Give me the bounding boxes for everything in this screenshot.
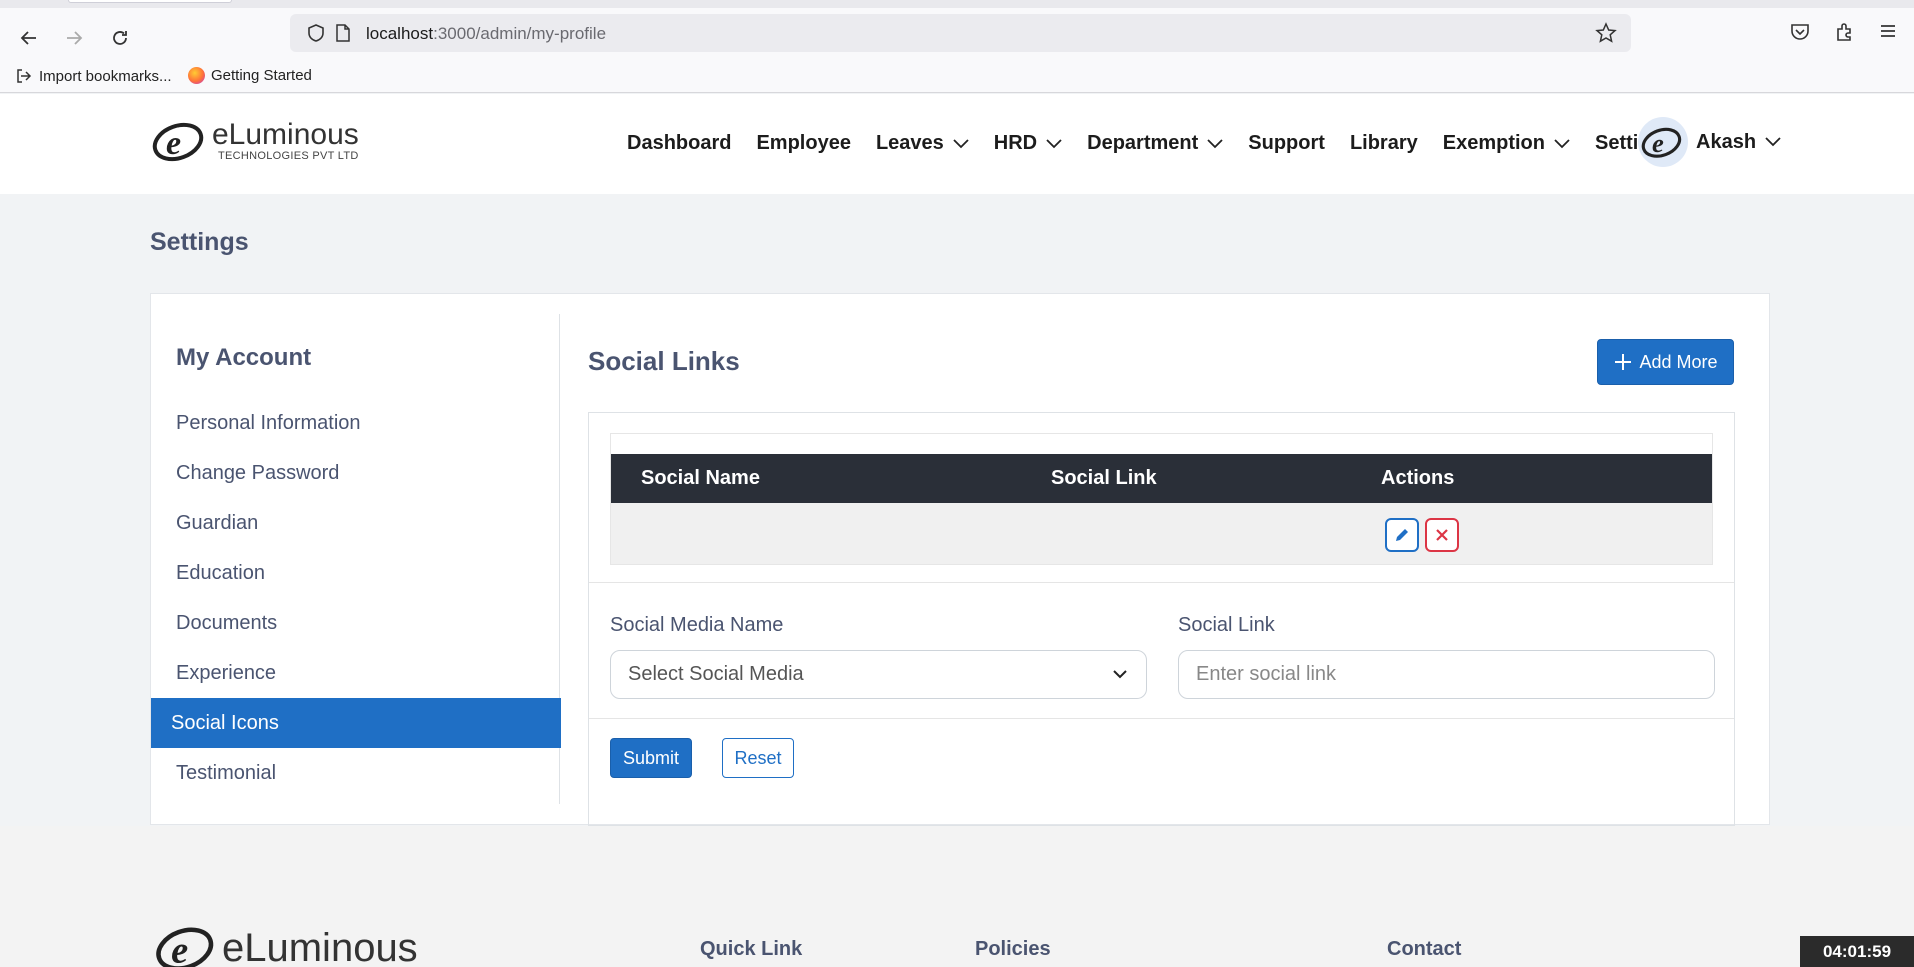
delete-button[interactable] [1425, 518, 1459, 552]
extensions-icon[interactable] [1834, 21, 1856, 48]
sidebar-item-social-icons[interactable]: Social Icons [151, 698, 561, 748]
settings-sidebar: My Account Personal Information Change P… [151, 314, 561, 804]
pencil-icon [1396, 529, 1408, 541]
nav-dashboard[interactable]: Dashboard [627, 132, 731, 155]
chevron-down-icon [1046, 138, 1062, 148]
table-row [611, 503, 1712, 564]
nav-leaves[interactable]: Leaves [876, 132, 969, 155]
plus-icon [1615, 354, 1632, 370]
table-header: Social Name Social Link Actions [611, 454, 1712, 503]
clock-overlay: 04:01:59 [1800, 936, 1914, 967]
back-icon[interactable] [12, 21, 46, 55]
sidebar-item-change-password[interactable]: Change Password [151, 448, 561, 498]
chevron-down-icon [1113, 670, 1127, 679]
footer-contact: Contact [1387, 938, 1462, 960]
bookmarks-bar: Import bookmarks... Getting Started [0, 60, 1914, 93]
social-links-table: Social Name Social Link Actions [610, 433, 1713, 565]
logo-text: eLuminous [212, 118, 359, 151]
svg-text:e: e [166, 125, 181, 162]
nav-employee[interactable]: Employee [756, 132, 850, 155]
footer-quick-link: Quick Link [700, 938, 803, 960]
browser-tabstrip [0, 0, 1914, 8]
footer-logo[interactable]: e eLuminous [152, 922, 418, 967]
chevron-down-icon [1765, 137, 1781, 147]
page-info-icon[interactable] [334, 23, 352, 48]
active-tab[interactable] [68, 0, 232, 3]
bookmark-label: Getting Started [211, 67, 312, 84]
logo-e-icon: e [156, 927, 214, 967]
user-menu[interactable]: e Akash [1638, 117, 1781, 167]
forward-icon[interactable] [57, 21, 91, 55]
column-header: Social Name [641, 467, 760, 489]
svg-text:e: e [1652, 128, 1664, 158]
social-link-input[interactable] [1178, 650, 1715, 699]
social-media-select[interactable]: Select Social Media [610, 650, 1147, 699]
nav-support[interactable]: Support [1248, 132, 1325, 155]
pocket-icon[interactable] [1789, 21, 1811, 48]
nav-library[interactable]: Library [1350, 132, 1418, 155]
shield-icon[interactable] [306, 23, 326, 48]
avatar: e [1638, 117, 1688, 167]
svg-text:e: e [171, 930, 188, 967]
import-icon [17, 69, 32, 83]
social-media-name-label: Social Media Name [610, 614, 784, 636]
bookmark-star-icon[interactable] [1595, 22, 1617, 49]
sidebar-item-documents[interactable]: Documents [151, 598, 561, 648]
user-name: Akash [1696, 130, 1757, 153]
chevron-down-icon [1207, 138, 1223, 148]
page-title: Settings [150, 228, 249, 256]
bookmark-import[interactable]: Import bookmarks... [15, 67, 172, 85]
add-more-button[interactable]: Add More [1597, 339, 1734, 385]
url-text[interactable]: localhost:3000/admin/my-profile [366, 24, 606, 44]
settings-card: My Account Personal Information Change P… [150, 293, 1770, 826]
app-header: e eLuminous TECHNOLOGIES PVT LTD Dashboa… [0, 94, 1914, 194]
submit-button[interactable]: Submit [610, 738, 692, 778]
browser-toolbar: localhost:3000/admin/my-profile [0, 8, 1914, 60]
nav-exemption[interactable]: Exemption [1443, 132, 1570, 155]
url-bar[interactable]: localhost:3000/admin/my-profile [290, 14, 1631, 52]
footer-logo-text: eLuminous [222, 925, 418, 967]
column-header: Actions [1381, 467, 1455, 489]
nav-department[interactable]: Department [1087, 132, 1223, 155]
reload-icon[interactable] [103, 21, 137, 55]
section-heading: Social Links [588, 346, 740, 376]
edit-button[interactable] [1385, 518, 1419, 552]
bookmark-getting-started[interactable]: Getting Started [188, 67, 312, 84]
chevron-down-icon [953, 138, 969, 148]
divider [589, 582, 1734, 583]
social-links-panel: Social Name Social Link Actions Social M… [588, 412, 1735, 826]
menu-icon[interactable] [1878, 21, 1898, 46]
column-header: Social Link [1051, 467, 1157, 489]
reset-button[interactable]: Reset [722, 738, 794, 778]
logo-subtext: TECHNOLOGIES PVT LTD [218, 150, 359, 162]
divider [589, 718, 1734, 719]
bookmark-label: Import bookmarks... [39, 67, 172, 85]
close-icon [1436, 529, 1448, 541]
sidebar-item-guardian[interactable]: Guardian [151, 498, 561, 548]
sidebar-item-testimonial[interactable]: Testimonial [151, 748, 561, 798]
footer: e eLuminous Quick Link Policies Contact [0, 826, 1914, 967]
sidebar-item-education[interactable]: Education [151, 548, 561, 598]
sidebar-item-experience[interactable]: Experience [151, 648, 561, 698]
nav-hrd[interactable]: HRD [994, 132, 1062, 155]
logo-e-icon: e [152, 118, 208, 164]
main-nav: Dashboard Employee Leaves HRD Department… [627, 132, 1713, 155]
social-link-label: Social Link [1178, 614, 1275, 636]
firefox-icon [188, 67, 205, 84]
select-value: Select Social Media [628, 663, 804, 685]
sidebar-item-personal-information[interactable]: Personal Information [151, 398, 561, 448]
chevron-down-icon [1554, 138, 1570, 148]
sidebar-heading: My Account [176, 344, 312, 371]
company-logo[interactable]: e eLuminous TECHNOLOGIES PVT LTD [152, 118, 359, 164]
footer-policies: Policies [975, 938, 1051, 960]
